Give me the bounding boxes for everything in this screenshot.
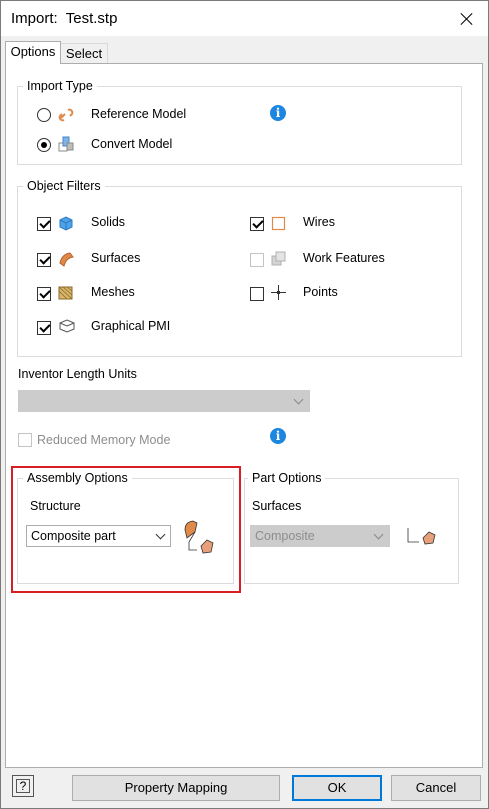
import-type-info-icon[interactable]: i xyxy=(270,105,286,121)
reduced-memory-label[interactable]: Reduced Memory Mode xyxy=(37,433,170,447)
composite-surface-icon xyxy=(407,528,436,545)
reduced-memory-checkbox[interactable] xyxy=(18,433,32,447)
cancel-button[interactable]: Cancel xyxy=(391,775,481,801)
graphical-pmi-checkbox[interactable] xyxy=(37,321,51,335)
meshes-label[interactable]: Meshes xyxy=(91,285,135,299)
chevron-down-icon xyxy=(373,529,384,540)
ok-button[interactable]: OK xyxy=(292,775,382,801)
mesh-icon xyxy=(58,286,73,300)
points-label[interactable]: Points xyxy=(303,285,338,299)
surfaces-select[interactable]: Composite xyxy=(250,525,390,547)
reference-model-label[interactable]: Reference Model xyxy=(91,107,186,121)
meshes-checkbox[interactable] xyxy=(37,287,51,301)
help-button[interactable]: ? xyxy=(12,775,34,797)
object-filters-group xyxy=(17,186,462,357)
surfaces-option-label: Surfaces xyxy=(252,499,302,513)
solids-label[interactable]: Solids xyxy=(91,215,125,229)
length-units-select[interactable] xyxy=(18,390,310,412)
surfaces-checkbox[interactable] xyxy=(37,253,51,267)
convert-model-label[interactable]: Convert Model xyxy=(91,137,172,151)
solids-checkbox[interactable] xyxy=(37,217,51,231)
solid-cube-icon xyxy=(59,216,73,231)
reference-model-radio[interactable] xyxy=(37,108,51,122)
surfaces-value: Composite xyxy=(255,529,315,543)
work-features-icon xyxy=(271,251,286,266)
object-filters-legend: Object Filters xyxy=(23,179,105,193)
assembly-options-highlight xyxy=(11,466,241,593)
wire-icon xyxy=(271,216,286,231)
property-mapping-button[interactable]: Property Mapping xyxy=(72,775,280,801)
surface-icon xyxy=(59,252,74,267)
graphical-pmi-label[interactable]: Graphical PMI xyxy=(91,319,170,333)
link-icon xyxy=(58,108,74,122)
convert-model-radio[interactable] xyxy=(37,138,51,152)
wires-label[interactable]: Wires xyxy=(303,215,335,229)
pmi-icon xyxy=(59,319,75,333)
point-icon xyxy=(271,285,286,300)
part-options-legend: Part Options xyxy=(248,471,326,485)
work-features-label[interactable]: Work Features xyxy=(303,251,385,265)
reduced-memory-info-icon[interactable]: i xyxy=(270,428,286,444)
length-units-label: Inventor Length Units xyxy=(18,367,137,381)
import-type-legend: Import Type xyxy=(23,79,97,93)
work-features-checkbox[interactable] xyxy=(250,253,264,267)
points-checkbox[interactable] xyxy=(250,287,264,301)
surfaces-label[interactable]: Surfaces xyxy=(91,251,140,265)
wires-checkbox[interactable] xyxy=(250,217,264,231)
chevron-down-icon xyxy=(293,394,304,405)
import-type-group xyxy=(17,86,462,165)
convert-model-icon xyxy=(58,136,74,152)
help-label: ? xyxy=(19,779,27,793)
